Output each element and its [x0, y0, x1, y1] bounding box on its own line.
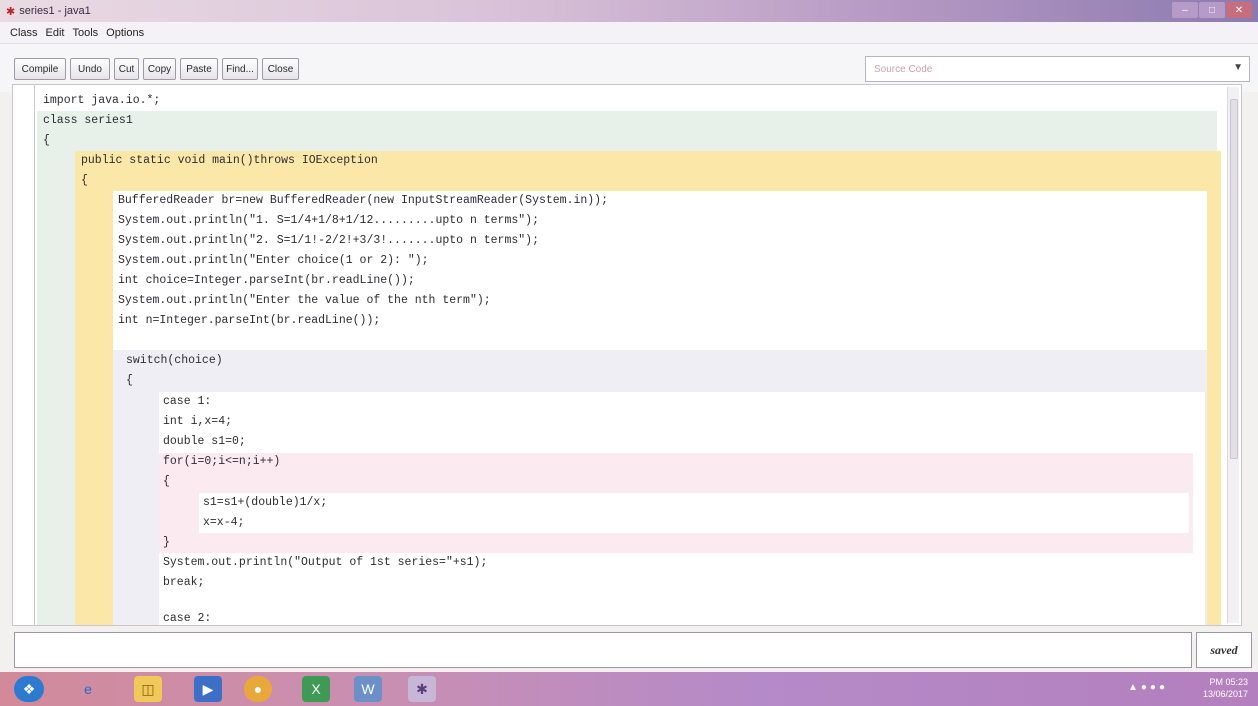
- code-line[interactable]: System.out.println("Output of 1st series…: [163, 553, 487, 573]
- windows-taskbar: ❖ e ◫ ▶ ● X W ✱ ▲●●● PM 05:23 13/06/2017: [0, 672, 1258, 706]
- media-player-icon[interactable]: ▶: [194, 676, 222, 702]
- code-line[interactable]: switch(choice): [126, 351, 223, 371]
- code-line[interactable]: case 1:: [163, 392, 211, 412]
- code-line[interactable]: System.out.println("Enter choice(1 or 2)…: [118, 251, 429, 271]
- code-line[interactable]: {: [81, 171, 88, 191]
- title-bar: ✱ series1 - java1 – □ ✕: [0, 0, 1258, 22]
- start-menu-icon[interactable]: ❖: [14, 676, 44, 702]
- bluej-taskbar-icon[interactable]: ✱: [408, 676, 436, 702]
- menu-edit[interactable]: Edit: [46, 27, 65, 39]
- saved-status: saved: [1196, 632, 1252, 668]
- view-select[interactable]: Source Code ▼: [865, 56, 1250, 82]
- code-line[interactable]: int choice=Integer.parseInt(br.readLine(…: [118, 271, 415, 291]
- for-body-block: [199, 493, 1189, 533]
- code-line[interactable]: {: [126, 371, 133, 391]
- undo-button[interactable]: Undo: [70, 58, 110, 80]
- clock-date: 13/06/2017: [1202, 689, 1248, 699]
- clock-time: PM 05:23: [1209, 677, 1248, 687]
- close-window-button[interactable]: ✕: [1226, 2, 1252, 18]
- maximize-button[interactable]: □: [1199, 2, 1225, 18]
- code-line[interactable]: }: [163, 533, 170, 553]
- code-line[interactable]: import java.io.*;: [43, 91, 160, 111]
- code-line[interactable]: {: [163, 472, 170, 492]
- internet-explorer-icon[interactable]: e: [74, 676, 102, 702]
- minimize-button[interactable]: –: [1172, 2, 1198, 18]
- taskbar-clock[interactable]: PM 05:23 13/06/2017: [1203, 676, 1248, 700]
- code-line[interactable]: System.out.println("1. S=1/4+1/8+1/12...…: [118, 211, 539, 231]
- menu-bar: Class Edit Tools Options: [0, 22, 1258, 44]
- bluej-app-icon: ✱: [6, 5, 16, 18]
- code-line[interactable]: x=x-4;: [203, 513, 244, 533]
- find-button[interactable]: Find...: [222, 58, 258, 80]
- chrome-icon[interactable]: ●: [244, 676, 272, 702]
- code-line[interactable]: double s1=0;: [163, 432, 246, 452]
- bluej-editor-window: ✱ series1 - java1 – □ ✕ Class Edit Tools…: [0, 0, 1258, 706]
- code-line[interactable]: System.out.println("Enter the value of t…: [118, 291, 491, 311]
- window-title: series1 - java1: [19, 5, 91, 17]
- menu-class[interactable]: Class: [10, 27, 38, 39]
- code-line[interactable]: System.out.println("2. S=1/1!-2/2!+3/3!.…: [118, 231, 539, 251]
- view-select-value: Source Code: [874, 63, 933, 75]
- code-line[interactable]: public static void main()throws IOExcept…: [81, 151, 378, 171]
- close-button[interactable]: Close: [262, 58, 299, 80]
- window-controls: – □ ✕: [1172, 2, 1252, 18]
- copy-button[interactable]: Copy: [143, 58, 176, 80]
- menu-tools[interactable]: Tools: [72, 27, 98, 39]
- code-line[interactable]: {: [43, 131, 50, 151]
- code-editor[interactable]: import java.io.*; class series1 { public…: [12, 84, 1242, 626]
- code-line[interactable]: for(i=0;i<=n;i++): [163, 452, 280, 472]
- code-line[interactable]: s1=s1+(double)1/x;: [203, 493, 327, 513]
- menu-options[interactable]: Options: [106, 27, 144, 39]
- code-line[interactable]: int i,x=4;: [163, 412, 232, 432]
- code-line[interactable]: int n=Integer.parseInt(br.readLine());: [118, 311, 380, 331]
- system-tray-icons[interactable]: ▲●●●: [1128, 682, 1168, 693]
- file-explorer-icon[interactable]: ◫: [134, 676, 162, 702]
- code-line[interactable]: class series1: [43, 111, 133, 131]
- compile-button[interactable]: Compile: [14, 58, 66, 80]
- chevron-down-icon: ▼: [1233, 62, 1243, 73]
- paste-button[interactable]: Paste: [180, 58, 218, 80]
- code-line[interactable]: case 2:: [163, 609, 211, 625]
- message-area: [14, 632, 1192, 668]
- line-gutter: [13, 85, 35, 625]
- word-icon[interactable]: W: [354, 676, 382, 702]
- vertical-scrollbar[interactable]: [1227, 87, 1239, 623]
- code-line[interactable]: break;: [163, 573, 204, 593]
- code-line[interactable]: BufferedReader br=new BufferedReader(new…: [118, 191, 608, 211]
- cut-button[interactable]: Cut: [114, 58, 139, 80]
- scrollbar-thumb[interactable]: [1230, 99, 1238, 459]
- excel-icon[interactable]: X: [302, 676, 330, 702]
